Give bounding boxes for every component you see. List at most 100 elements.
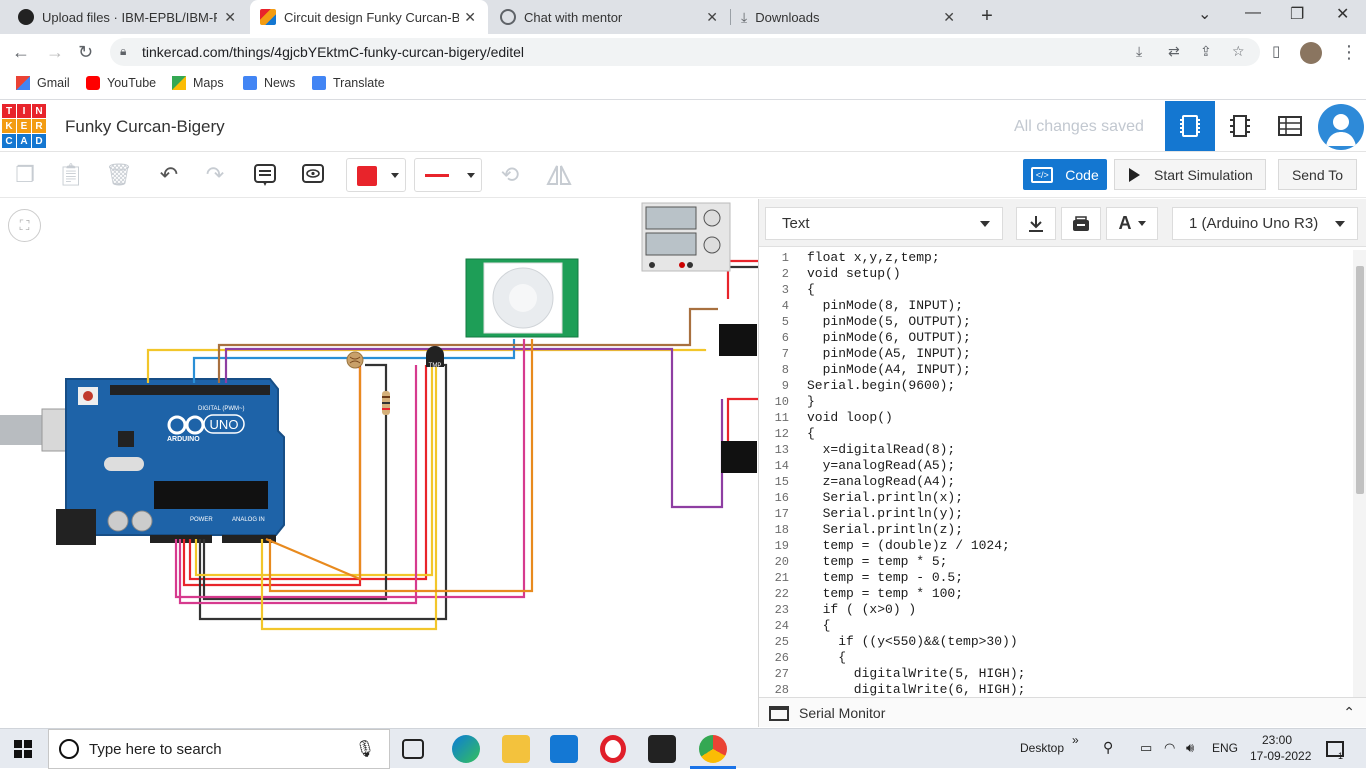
- maximize-button[interactable]: ❐: [1290, 4, 1304, 24]
- code-text[interactable]: temp = (double)z / 1024;: [807, 538, 1010, 554]
- close-icon[interactable]: ✕: [706, 9, 718, 26]
- lock-icon[interactable]: 🔒︎: [120, 44, 126, 59]
- tinkercad-logo[interactable]: T I N K E R C A D: [2, 104, 46, 148]
- code-line[interactable]: 23 if ( (x>0) ): [759, 602, 1353, 618]
- design-title[interactable]: Funky Curcan-Bigery: [65, 117, 225, 137]
- code-text[interactable]: pinMode(A5, INPUT);: [807, 346, 971, 362]
- translate-icon[interactable]: ⇄: [1168, 43, 1180, 60]
- code-line[interactable]: 12 {: [759, 426, 1353, 442]
- code-line[interactable]: 7 pinMode(A5, INPUT);: [759, 346, 1353, 362]
- code-text[interactable]: }: [807, 394, 815, 410]
- copy-icon[interactable]: ❐: [12, 162, 38, 188]
- code-line[interactable]: 25 if ((y<550)&&(temp>30)): [759, 634, 1353, 650]
- mail-icon[interactable]: [550, 735, 578, 763]
- code-line[interactable]: 19 temp = (double)z / 1024;: [759, 538, 1353, 554]
- side-panel-icon[interactable]: ▯: [1272, 42, 1280, 60]
- code-text[interactable]: z=analogRead(A4);: [807, 474, 956, 490]
- undo-icon[interactable]: ↶: [156, 162, 182, 188]
- battery-icon[interactable]: ▭: [1140, 740, 1152, 756]
- code-text[interactable]: pinMode(8, INPUT);: [807, 298, 963, 314]
- circuit-drawing[interactable]: UNO ARDUINO DIGITAL (PWM~) POWER ANALOG …: [0, 199, 758, 727]
- color-picker[interactable]: [346, 158, 406, 192]
- libraries-button[interactable]: [1061, 207, 1101, 240]
- code-line[interactable]: 14 y=analogRead(A5);: [759, 458, 1353, 474]
- resistor[interactable]: [382, 391, 390, 415]
- user-avatar[interactable]: [1318, 104, 1364, 150]
- menu-icon[interactable]: ⋮: [1340, 42, 1358, 63]
- chrome-icon[interactable]: [699, 735, 727, 763]
- code-line[interactable]: 26 {: [759, 650, 1353, 666]
- code-line[interactable]: 15 z=analogRead(A4);: [759, 474, 1353, 490]
- code-text[interactable]: pinMode(5, OUTPUT);: [807, 314, 971, 330]
- people-icon[interactable]: ⚲: [1103, 739, 1113, 756]
- code-text[interactable]: Serial.begin(9600);: [807, 378, 955, 394]
- power-supply[interactable]: [641, 202, 731, 272]
- star-icon[interactable]: ☆: [1232, 43, 1245, 60]
- code-text[interactable]: temp = temp - 0.5;: [807, 570, 963, 586]
- url-text[interactable]: tinkercad.com/things/4gjcbYEktmC-funky-c…: [142, 44, 524, 60]
- code-line[interactable]: 28 digitalWrite(6, HIGH);: [759, 682, 1353, 697]
- bookmark-translate[interactable]: Translate: [312, 76, 385, 90]
- new-tab-button[interactable]: +: [973, 4, 1001, 30]
- code-line[interactable]: 10}: [759, 394, 1353, 410]
- paste-icon[interactable]: 📋︎: [57, 162, 85, 188]
- redo-icon[interactable]: ↷: [202, 162, 228, 188]
- code-text[interactable]: temp = temp * 100;: [807, 586, 963, 602]
- component-list-button[interactable]: [1265, 101, 1315, 151]
- relay-module[interactable]: [719, 324, 757, 356]
- opera-icon[interactable]: [600, 735, 626, 763]
- code-line[interactable]: 21 temp = temp - 0.5;: [759, 570, 1353, 586]
- bookmark-maps[interactable]: Maps: [172, 76, 224, 90]
- circuit-canvas[interactable]: ⛶ UNO ARDUINO DIGITAL (PWM~) POWER ANALO…: [0, 199, 758, 727]
- photoresistor[interactable]: [346, 351, 364, 369]
- back-button[interactable]: ←: [12, 42, 30, 63]
- code-line[interactable]: 4 pinMode(8, INPUT);: [759, 298, 1353, 314]
- code-text[interactable]: {: [807, 282, 815, 298]
- board-select[interactable]: 1 (Arduino Uno R3): [1172, 207, 1358, 240]
- code-line[interactable]: 5 pinMode(5, OUTPUT);: [759, 314, 1353, 330]
- circuit-view-button[interactable]: [1165, 101, 1215, 151]
- flip-icon[interactable]: [546, 162, 572, 188]
- omnibox[interactable]: 🔒︎ tinkercad.com/things/4gjcbYEktmC-funk…: [110, 38, 1260, 66]
- code-line[interactable]: 18 Serial.println(z);: [759, 522, 1353, 538]
- bookmark-youtube[interactable]: YouTube: [86, 76, 156, 90]
- file-explorer-icon[interactable]: [502, 735, 530, 763]
- code-text[interactable]: pinMode(A4, INPUT);: [807, 362, 971, 378]
- tab-github[interactable]: Upload files · IBM-EPBL/IBM-Proj ✕: [8, 0, 248, 34]
- note-icon[interactable]: [252, 162, 278, 188]
- code-line[interactable]: 24 {: [759, 618, 1353, 634]
- language-indicator[interactable]: ENG: [1212, 741, 1238, 755]
- code-text[interactable]: {: [807, 650, 846, 666]
- relay-module[interactable]: [721, 441, 757, 473]
- clock-date[interactable]: 17-09-2022: [1250, 749, 1311, 763]
- code-scrollbar[interactable]: [1353, 250, 1366, 697]
- bookmark-news[interactable]: News: [243, 76, 295, 90]
- code-line[interactable]: 16 Serial.println(x);: [759, 490, 1353, 506]
- tab-downloads[interactable]: ⤓ Downloads ✕: [731, 0, 967, 34]
- download-code-button[interactable]: [1016, 207, 1056, 240]
- volume-icon[interactable]: 🔊︎: [1186, 740, 1194, 756]
- taskbar-search-box[interactable]: Type here to search 🎙︎: [48, 729, 390, 769]
- bookmark-gmail[interactable]: Gmail: [16, 76, 70, 90]
- code-text[interactable]: if ( (x>0) ): [807, 602, 917, 618]
- wire-purple[interactable]: [224, 347, 724, 509]
- code-line[interactable]: 20 temp = temp * 5;: [759, 554, 1353, 570]
- temperature-sensor[interactable]: TMP: [426, 346, 444, 369]
- send-to-button[interactable]: Send To: [1278, 159, 1357, 190]
- delete-icon[interactable]: 🗑︎: [105, 162, 133, 188]
- code-text[interactable]: y=analogRead(A5);: [807, 458, 956, 474]
- scrollbar-thumb[interactable]: [1356, 266, 1364, 494]
- desktop-label[interactable]: Desktop: [1020, 741, 1064, 755]
- code-text[interactable]: digitalWrite(5, HIGH);: [807, 666, 1026, 682]
- code-button[interactable]: </> Code: [1023, 159, 1107, 190]
- code-line[interactable]: 11 void loop(): [759, 410, 1353, 426]
- code-text[interactable]: void loop(): [807, 410, 893, 426]
- code-line[interactable]: 22 temp = temp * 100;: [759, 586, 1353, 602]
- wire-yellow[interactable]: [260, 367, 438, 631]
- code-text[interactable]: float x,y,z,temp;: [807, 250, 940, 266]
- code-text-area[interactable]: 1 float x,y,z,temp; 2 void setup() 3{4 pinMo…: [759, 250, 1353, 697]
- code-text[interactable]: {: [807, 426, 815, 442]
- code-mode-select[interactable]: Text: [765, 207, 1003, 240]
- pir-sensor[interactable]: [465, 258, 579, 338]
- share-icon[interactable]: ⇪: [1200, 43, 1212, 60]
